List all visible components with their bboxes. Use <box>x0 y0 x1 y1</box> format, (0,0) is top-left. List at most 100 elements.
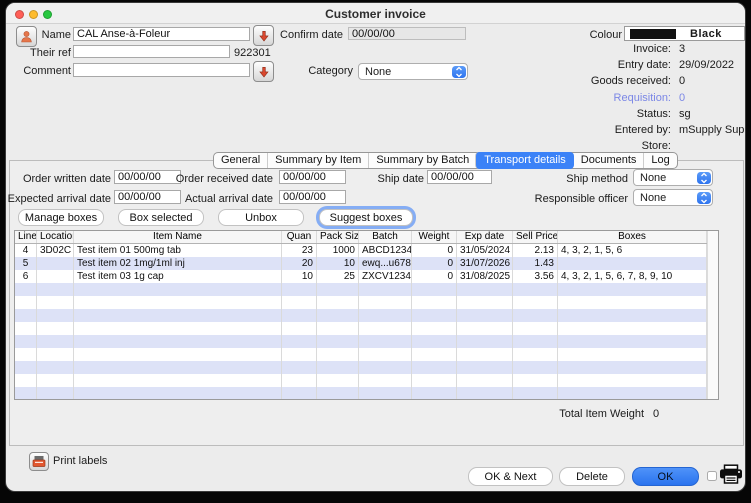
ok-and-next-button[interactable]: OK & Next <box>468 467 553 486</box>
tab-summary-by-item[interactable]: Summary by Item <box>267 153 368 168</box>
cell-line <box>15 387 37 400</box>
table-row-empty[interactable] <box>15 387 707 400</box>
cell-quan <box>282 361 317 374</box>
table-row-empty[interactable] <box>15 374 707 387</box>
unbox-button[interactable]: Unbox <box>218 209 304 226</box>
colour-label: Colour <box>562 29 622 42</box>
table-row[interactable]: 43D02CTest item 01 500mg tab231000ABCD12… <box>15 244 707 257</box>
requisition-value[interactable]: 0 <box>679 92 685 105</box>
responsible-officer-value: None <box>640 192 666 204</box>
cell-pack-size: 10 <box>317 257 359 270</box>
comment-input[interactable] <box>73 63 250 77</box>
cell-boxes <box>558 283 707 296</box>
tab-transport-details[interactable]: Transport details <box>475 152 574 169</box>
suggest-boxes-button[interactable]: Suggest boxes <box>319 209 413 226</box>
category-label: Category <box>276 65 353 78</box>
table-row[interactable]: 6Test item 03 1g cap1025ZXCV1234031/08/2… <box>15 270 707 283</box>
colour-picker[interactable]: Black <box>624 26 745 41</box>
invoice-value: 3 <box>679 43 685 56</box>
ship-method-value: None <box>640 172 666 184</box>
table-scrollbar[interactable] <box>707 231 718 399</box>
goods-received-value: 0 <box>679 75 685 88</box>
cell-item-name <box>74 296 282 309</box>
manage-boxes-button[interactable]: Manage boxes <box>18 209 104 226</box>
cell-location <box>37 270 74 283</box>
ok-button[interactable]: OK <box>632 467 699 486</box>
invoice-label: Invoice: <box>451 43 671 56</box>
table-row-empty[interactable] <box>15 335 707 348</box>
tab-documents[interactable]: Documents <box>573 153 644 168</box>
printer-icon <box>32 455 46 468</box>
cell-boxes: 4, 3, 2, 1, 5, 6, 7, 8, 9, 10 <box>558 270 707 283</box>
cell-location: 3D02C <box>37 244 74 257</box>
ship-date-label: Ship date <box>316 173 424 186</box>
column-header-quan[interactable]: Quan <box>282 231 317 243</box>
table-row-empty[interactable] <box>15 322 707 335</box>
cell-line <box>15 296 37 309</box>
their-ref-input[interactable] <box>73 45 230 58</box>
ship-date-field[interactable] <box>427 170 492 184</box>
cell-sell-price <box>513 335 558 348</box>
tab-general[interactable]: General <box>214 153 267 168</box>
actual-arrival-date-field[interactable] <box>279 190 346 204</box>
cell-item-name: Test item 03 1g cap <box>74 270 282 283</box>
column-header-line[interactable]: Line <box>15 231 37 243</box>
column-header-item-name[interactable]: Item Name <box>74 231 282 243</box>
cell-sell-price: 2.13 <box>513 244 558 257</box>
cell-item-name <box>74 348 282 361</box>
cell-quan: 20 <box>282 257 317 270</box>
printer-icon <box>718 464 744 485</box>
print-labels-button[interactable] <box>29 452 49 471</box>
column-header-location[interactable]: Location <box>37 231 74 243</box>
cell-boxes <box>558 348 707 361</box>
table-row-empty[interactable] <box>15 309 707 322</box>
comment-expand-button[interactable] <box>253 61 274 82</box>
tab-summary-by-batch[interactable]: Summary by Batch <box>368 153 476 168</box>
cell-batch <box>359 335 412 348</box>
cell-item-name: Test item 01 500mg tab <box>74 244 282 257</box>
cell-item-name <box>74 309 282 322</box>
column-header-batch[interactable]: Batch <box>359 231 412 243</box>
cell-sell-price <box>513 348 558 361</box>
table-row-empty[interactable] <box>15 348 707 361</box>
cell-exp-date: 31/05/2024 <box>457 244 513 257</box>
cell-exp-date <box>457 361 513 374</box>
column-header-exp-date[interactable]: Exp date <box>457 231 513 243</box>
cell-batch <box>359 309 412 322</box>
table-header-row: LineLocationItem NameQuanPack SizeBatchW… <box>15 231 707 244</box>
total-item-weight-label: Total Item Weight <box>486 408 644 421</box>
tab-log[interactable]: Log <box>643 153 676 168</box>
cell-pack-size <box>317 374 359 387</box>
cell-pack-size <box>317 387 359 400</box>
cell-weight <box>412 374 457 387</box>
column-header-sell-price[interactable]: Sell Price <box>513 231 558 243</box>
table-row[interactable]: 5Test item 02 1mg/1ml inj2010ewq...u6780… <box>15 257 707 270</box>
cell-weight: 0 <box>412 257 457 270</box>
cell-exp-date: 31/08/2025 <box>457 270 513 283</box>
cell-weight: 0 <box>412 244 457 257</box>
cell-pack-size <box>317 283 359 296</box>
cell-sell-price <box>513 309 558 322</box>
invoice-lines-table: LineLocationItem NameQuanPack SizeBatchW… <box>14 230 719 400</box>
cell-weight <box>412 348 457 361</box>
ship-method-label: Ship method <box>506 173 628 186</box>
cell-sell-price <box>513 283 558 296</box>
box-selected-button[interactable]: Box selected <box>118 209 204 226</box>
table-row-empty[interactable] <box>15 361 707 374</box>
table-row-empty[interactable] <box>15 283 707 296</box>
responsible-officer-dropdown[interactable]: None <box>633 189 713 206</box>
column-header-boxes[interactable]: Boxes <box>558 231 707 243</box>
name-input[interactable] <box>73 27 250 41</box>
column-header-weight[interactable]: Weight <box>412 231 457 243</box>
cell-line <box>15 309 37 322</box>
cell-batch <box>359 361 412 374</box>
ship-method-dropdown[interactable]: None <box>633 169 713 186</box>
print-checkbox[interactable] <box>707 471 717 481</box>
print-icon-button[interactable] <box>718 464 744 485</box>
cell-batch <box>359 296 412 309</box>
cell-quan <box>282 374 317 387</box>
delete-button[interactable]: Delete <box>559 467 625 486</box>
column-header-pack-size[interactable]: Pack Size <box>317 231 359 243</box>
cell-sell-price: 3.56 <box>513 270 558 283</box>
table-row-empty[interactable] <box>15 296 707 309</box>
